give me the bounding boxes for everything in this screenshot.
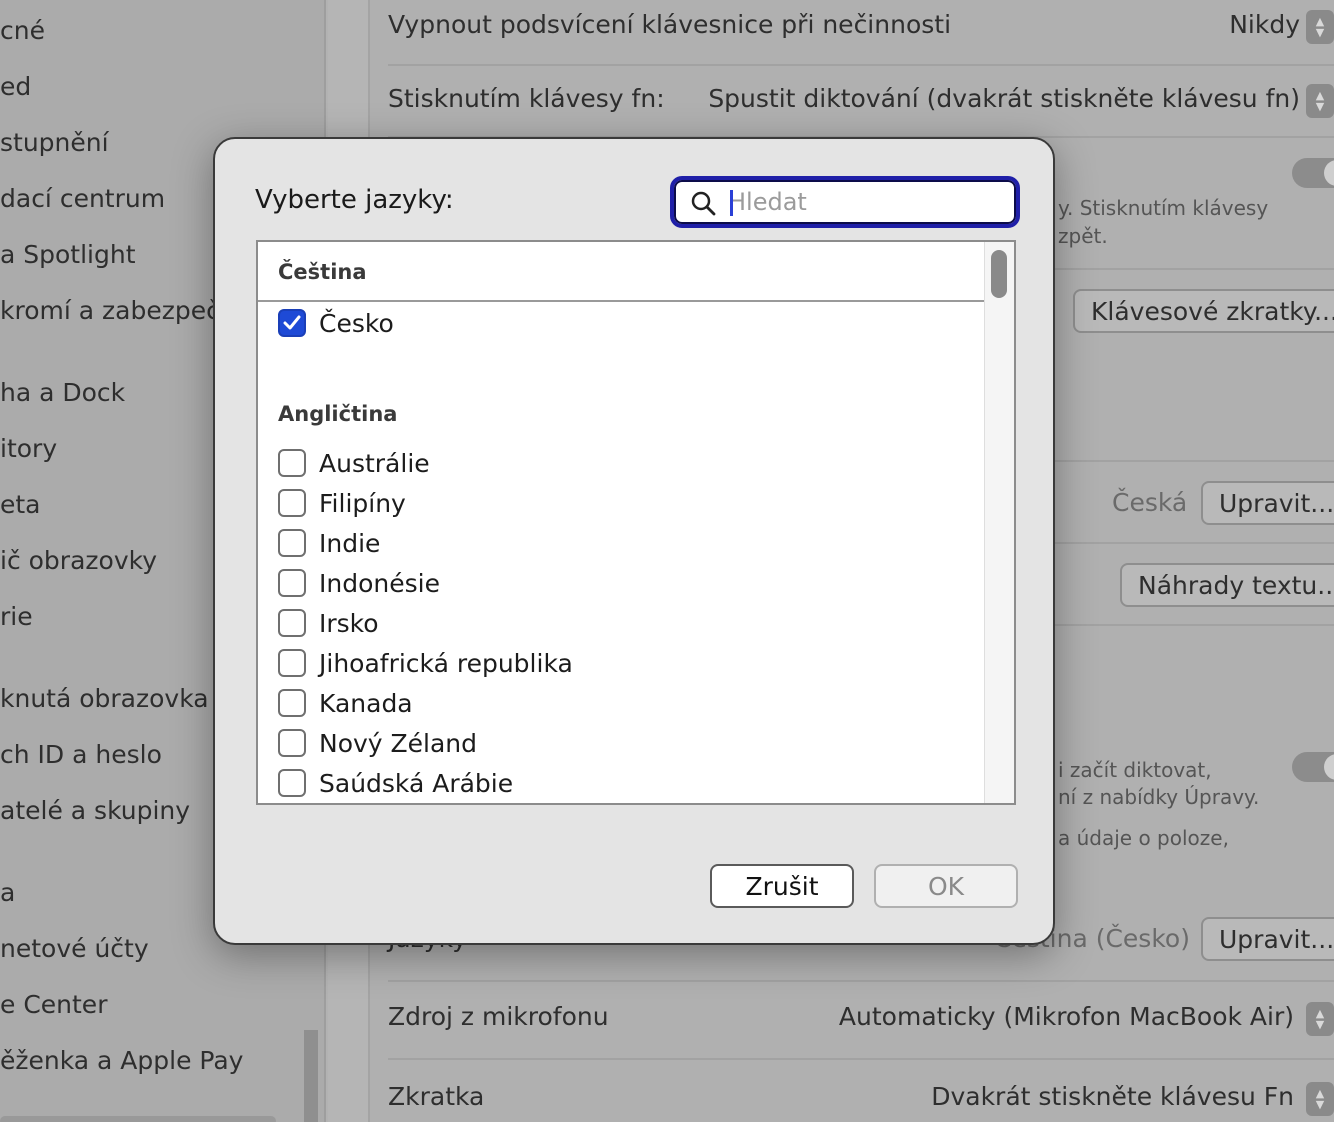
microphone-stepper[interactable]: ▲ ▼ — [1306, 1002, 1334, 1036]
fn-key-stepper[interactable]: ▲ ▼ — [1306, 84, 1334, 118]
partial-description: y. Stisknutím klávesy — [1058, 196, 1269, 220]
list-item[interactable]: Irsko — [278, 605, 379, 641]
list-item[interactable]: Nový Zéland — [278, 725, 477, 761]
sidebar-item[interactable]: a Spotlight — [0, 240, 136, 269]
group-header-czech: Čeština — [258, 242, 984, 302]
microphone-label: Zdroj z mikrofonu — [388, 1002, 609, 1031]
search-field[interactable] — [670, 176, 1020, 228]
checkbox[interactable] — [278, 729, 306, 757]
sidebar-item[interactable]: rie — [0, 602, 33, 631]
search-icon — [691, 191, 716, 216]
item-label: Indonésie — [319, 568, 440, 598]
language-picker-dialog: Vyberte jazyky: Čeština Česko Angličtina… — [213, 137, 1055, 945]
checkbox[interactable] — [278, 449, 306, 477]
ok-button[interactable]: OK — [874, 864, 1018, 908]
sidebar-item[interactable]: a — [0, 878, 15, 907]
list-item[interactable]: Indie — [278, 525, 380, 561]
dictation-description: a údaje o poloze, — [1058, 826, 1229, 850]
checkbox[interactable] — [278, 529, 306, 557]
list-item[interactable]: Austrálie — [278, 445, 430, 481]
divider — [388, 980, 1334, 982]
sidebar-item[interactable]: atelé a skupiny — [0, 796, 190, 825]
list-item-cesko[interactable]: Česko — [278, 305, 394, 341]
sidebar-item[interactable]: eta — [0, 490, 41, 519]
sidebar-item[interactable]: netové účty — [0, 934, 149, 963]
sidebar-item[interactable]: ed — [0, 72, 31, 101]
sidebar-item[interactable]: dací centrum — [0, 184, 165, 213]
fn-key-value[interactable]: Spustit diktování (dvakrát stiskněte klá… — [708, 84, 1300, 113]
item-label: Filipíny — [319, 488, 406, 518]
edit-languages-button[interactable]: Upravit... — [1201, 917, 1334, 961]
list-item[interactable]: Kanada — [278, 685, 413, 721]
checkmark-icon — [283, 315, 301, 330]
checkbox[interactable] — [278, 609, 306, 637]
shortcut-label: Zkratka — [388, 1082, 485, 1111]
checkbox[interactable] — [278, 769, 306, 797]
text-caret — [730, 190, 733, 216]
sidebar-item[interactable]: ch ID a heslo — [0, 740, 162, 769]
item-label: Nový Zéland — [319, 728, 478, 758]
partial-description: zpět. — [1058, 224, 1108, 248]
list-item[interactable]: Jihoafrická republika — [278, 645, 573, 681]
sidebar-scrollbar[interactable] — [304, 1030, 318, 1122]
backlight-label: Vypnout podsvícení klávesnice při nečinn… — [388, 10, 952, 39]
sidebar-selection-bar — [0, 1116, 276, 1122]
checkbox[interactable] — [278, 489, 306, 517]
item-label: Austrálie — [319, 448, 430, 478]
dialog-title: Vyberte jazyky: — [255, 185, 454, 215]
item-label: Česko — [319, 308, 394, 338]
sidebar-item[interactable]: knutá obrazovka — [0, 684, 209, 713]
list-scrollbar[interactable] — [984, 242, 1014, 803]
group-header-english: Angličtina — [278, 402, 398, 426]
checkbox[interactable] — [278, 689, 306, 717]
list-item[interactable]: Filipíny — [278, 485, 406, 521]
microphone-value[interactable]: Automaticky (Mikrofon MacBook Air) — [839, 1002, 1294, 1031]
shortcut-stepper[interactable]: ▲ ▼ — [1306, 1082, 1334, 1116]
scroll-thumb[interactable] — [991, 250, 1007, 298]
backlight-stepper[interactable]: ▲ ▼ — [1306, 10, 1334, 44]
sidebar-item[interactable]: ěženka a Apple Pay — [0, 1046, 243, 1075]
chevron-down-icon: ▼ — [1315, 1018, 1325, 1031]
sidebar-item[interactable]: cné — [0, 16, 45, 45]
fn-key-label: Stisknutím klávesy fn: — [388, 84, 665, 113]
sidebar-item[interactable]: stupnění — [0, 128, 109, 157]
sidebar-item[interactable]: ič obrazovky — [0, 546, 157, 575]
item-label: Jihoafrická republika — [319, 648, 573, 678]
checkbox-checked[interactable] — [278, 309, 306, 337]
keyboard-shortcuts-button[interactable]: Klávesové zkratky... — [1073, 289, 1334, 333]
item-label: Indie — [319, 528, 381, 558]
checkbox[interactable] — [278, 569, 306, 597]
edit-input-sources-button[interactable]: Upravit... — [1201, 481, 1334, 525]
dictation-description: i začít diktovat, — [1058, 758, 1212, 782]
dictation-toggle[interactable] — [1292, 752, 1334, 782]
chevron-down-icon: ▼ — [1315, 100, 1325, 113]
item-label: Irsko — [319, 608, 379, 638]
shortcut-value[interactable]: Dvakrát stiskněte klávesu Fn — [931, 1082, 1294, 1111]
item-label: Saúdská Arábie — [319, 768, 514, 798]
sidebar-item[interactable]: ha a Dock — [0, 378, 125, 407]
cancel-button[interactable]: Zrušit — [710, 864, 854, 908]
text-replacements-button[interactable]: Náhrady textu... — [1120, 563, 1334, 607]
language-list[interactable]: Čeština Česko Angličtina Austrálie Filip… — [256, 240, 1016, 805]
sidebar-item[interactable]: e Center — [0, 990, 107, 1019]
search-input[interactable] — [728, 185, 1008, 219]
dictation-description: ní z nabídky Úpravy. — [1058, 785, 1260, 809]
backlight-value[interactable]: Nikdy — [1229, 10, 1300, 39]
divider — [388, 1058, 1334, 1060]
keyboard-toggle[interactable] — [1292, 158, 1334, 188]
sidebar-item[interactable]: itory — [0, 434, 57, 463]
chevron-down-icon: ▼ — [1315, 26, 1325, 39]
checkbox[interactable] — [278, 649, 306, 677]
item-label: Kanada — [319, 688, 413, 718]
divider — [388, 64, 1334, 66]
list-item[interactable]: Saúdská Arábie — [278, 765, 513, 801]
list-item[interactable]: Indonésie — [278, 565, 440, 601]
sidebar-item[interactable]: kromí a zabezpeče — [0, 296, 235, 325]
chevron-down-icon: ▼ — [1315, 1098, 1325, 1111]
input-source-value: Česká — [1112, 488, 1188, 517]
